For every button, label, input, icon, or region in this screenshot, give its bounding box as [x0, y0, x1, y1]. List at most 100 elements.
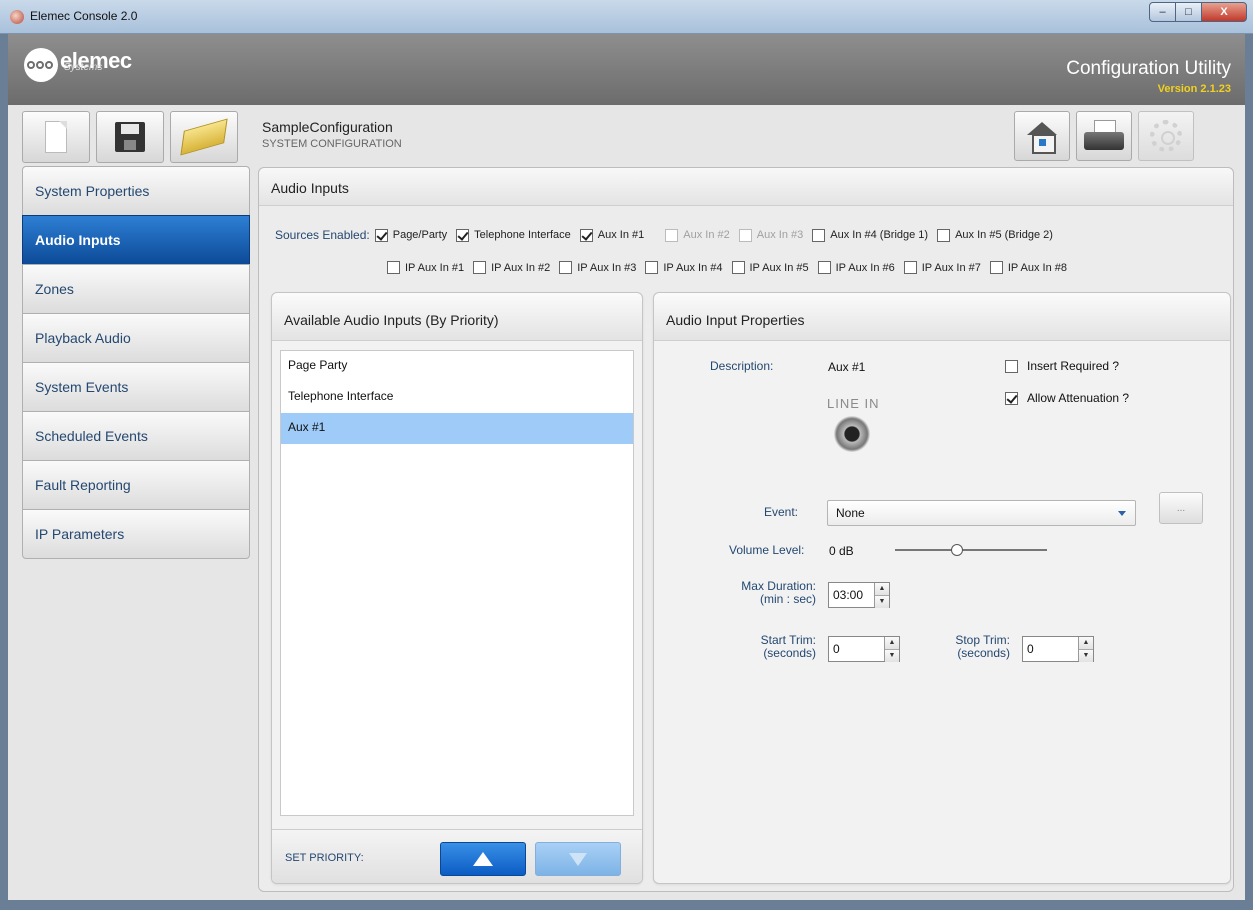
insert-required-checkbox[interactable] — [1005, 359, 1018, 373]
window-title: Elemec Console 2.0 — [30, 9, 138, 23]
checkbox[interactable] — [989, 261, 1003, 274]
max-duration-spin-buttons[interactable]: ▲ ▼ — [874, 583, 889, 608]
source-ip-aux-in-1[interactable]: IP Aux In #1 — [387, 261, 464, 274]
start-trim-stepper[interactable]: 0 ▲ ▼ — [828, 636, 900, 662]
list-item[interactable]: Aux #1 — [281, 413, 633, 444]
sidebar-item-system-properties[interactable]: System Properties — [22, 166, 250, 216]
sidebar-item-ip-parameters[interactable]: IP Parameters — [22, 509, 250, 559]
max-duration-label-group: Max Duration: (min : sec) — [714, 580, 816, 606]
source-ip-aux-in-4[interactable]: IP Aux In #4 — [645, 261, 723, 274]
checkbox[interactable] — [645, 261, 659, 274]
source-ip-aux-in-6[interactable]: IP Aux In #6 — [817, 261, 895, 274]
checkbox[interactable] — [731, 261, 745, 274]
logo-subtext: Systems — [64, 62, 103, 73]
sidebar-item-system-events[interactable]: System Events — [22, 362, 250, 412]
new-document-icon — [45, 121, 67, 153]
checkbox[interactable] — [817, 261, 831, 274]
home-icon — [1027, 122, 1057, 154]
sidebar-item-playback-audio[interactable]: Playback Audio — [22, 313, 250, 363]
config-subtitle: SYSTEM CONFIGURATION — [262, 138, 402, 150]
list-item[interactable]: Page Party — [281, 351, 633, 382]
checkbox[interactable] — [812, 228, 826, 242]
checkbox[interactable] — [937, 228, 951, 242]
event-select[interactable]: None — [827, 500, 1136, 526]
checkbox[interactable] — [903, 261, 917, 274]
source-label: Page/Party — [392, 229, 448, 241]
settings-button[interactable] — [1138, 111, 1194, 161]
source-aux-in-4[interactable]: Aux In #4 (Bridge 1) — [812, 228, 929, 242]
allow-attenuation-label: Allow Attenuation ? — [1027, 391, 1130, 405]
source-ip-aux-in-8[interactable]: IP Aux In #8 — [989, 261, 1067, 274]
event-selected-value: None — [836, 506, 865, 520]
available-inputs-title: Available Audio Inputs (By Priority) — [272, 293, 642, 341]
new-button[interactable] — [22, 111, 90, 163]
checkbox[interactable] — [456, 228, 470, 242]
sidebar-item-fault-reporting[interactable]: Fault Reporting — [22, 460, 250, 510]
save-button[interactable] — [96, 111, 164, 163]
source-aux-in-5[interactable]: Aux In #5 (Bridge 2) — [937, 228, 1053, 242]
source-label: IP Aux In #2 — [491, 261, 551, 274]
insert-required-option[interactable]: Insert Required ? — [1005, 359, 1119, 373]
start-trim-spin-buttons[interactable]: ▲ ▼ — [884, 637, 899, 662]
available-inputs-panel: Available Audio Inputs (By Priority) Pag… — [271, 292, 643, 884]
event-label: Event: — [764, 505, 799, 519]
home-button[interactable] — [1014, 111, 1070, 161]
source-label: IP Aux In #6 — [835, 261, 895, 274]
checkbox[interactable] — [387, 261, 400, 274]
close-button[interactable]: X — [1201, 2, 1247, 22]
stop-trim-unit: (seconds) — [957, 646, 1010, 660]
source-page-party[interactable]: Page/Party — [374, 228, 448, 242]
source-label: Aux In #3 — [756, 229, 804, 241]
source-telephone-interface[interactable]: Telephone Interface — [456, 228, 571, 242]
allow-attenuation-option[interactable]: Allow Attenuation ? — [1005, 391, 1129, 405]
page-title: Audio Inputs — [259, 168, 1233, 206]
volume-slider-thumb[interactable] — [951, 544, 963, 556]
source-label: Telephone Interface — [474, 229, 571, 241]
chevron-down-icon — [1118, 511, 1126, 516]
stop-trim-input[interactable]: 0 — [1023, 637, 1078, 661]
source-label: Aux In #1 — [597, 229, 645, 241]
stop-trim-stepper[interactable]: 0 ▲ ▼ — [1022, 636, 1094, 662]
start-trim-input[interactable]: 0 — [829, 637, 884, 661]
source-aux-in-2: Aux In #2 — [665, 228, 730, 242]
source-label: Aux In #5 (Bridge 2) — [955, 229, 1053, 241]
source-ip-aux-in-5[interactable]: IP Aux In #5 — [731, 261, 809, 274]
allow-attenuation-checkbox[interactable] — [1005, 391, 1018, 405]
priority-up-button[interactable] — [440, 842, 526, 876]
checkbox[interactable] — [579, 228, 593, 242]
source-ip-aux-in-3[interactable]: IP Aux In #3 — [559, 261, 636, 274]
max-duration-input[interactable]: 03:00 — [829, 583, 874, 607]
sources-row-2: IP Aux In #1 IP Aux In #2 IP Aux In #3 I… — [387, 261, 1076, 274]
stop-trim-spin-buttons[interactable]: ▲ ▼ — [1078, 637, 1093, 662]
volume-level-label: Volume Level: — [729, 543, 805, 557]
open-button[interactable] — [170, 111, 238, 163]
max-duration-stepper[interactable]: 03:00 ▲ ▼ — [828, 582, 890, 608]
sidebar-item-zones[interactable]: Zones — [22, 264, 250, 314]
sidebar-item-audio-inputs[interactable]: Audio Inputs — [22, 215, 250, 265]
event-browse-button[interactable]: ... — [1159, 492, 1203, 524]
app-body: SampleConfiguration SYSTEM CONFIGURATION… — [8, 105, 1245, 900]
input-properties-panel: Audio Input Properties Description: Aux … — [653, 292, 1231, 884]
printer-icon — [1084, 120, 1124, 152]
volume-slider-track[interactable] — [895, 549, 1047, 551]
priority-bar: SET PRIORITY: — [272, 829, 642, 883]
logo-mark-icon — [24, 48, 58, 82]
source-label: Aux In #4 (Bridge 1) — [830, 229, 929, 241]
line-in-jack-icon — [834, 416, 870, 452]
checkbox — [738, 228, 752, 242]
maximize-button[interactable]: □ — [1175, 2, 1202, 22]
sidebar-item-scheduled-events[interactable]: Scheduled Events — [22, 411, 250, 461]
source-aux-in-1[interactable]: Aux In #1 — [579, 228, 645, 242]
checkbox[interactable] — [473, 261, 487, 274]
minimize-button[interactable]: – — [1149, 2, 1176, 22]
audio-inputs-list[interactable]: Page Party Telephone Interface Aux #1 — [280, 350, 634, 816]
sources-row-1: Sources Enabled: Page/Party Telephone In… — [275, 228, 1062, 242]
sidebar-nav: System Properties Audio Inputs Zones Pla… — [22, 166, 250, 559]
checkbox[interactable] — [374, 228, 388, 242]
description-value: Aux #1 — [828, 360, 866, 374]
list-item[interactable]: Telephone Interface — [281, 382, 633, 413]
source-ip-aux-in-2[interactable]: IP Aux In #2 — [473, 261, 550, 274]
print-button[interactable] — [1076, 111, 1132, 161]
source-ip-aux-in-7[interactable]: IP Aux In #7 — [903, 261, 981, 274]
checkbox[interactable] — [559, 261, 573, 274]
